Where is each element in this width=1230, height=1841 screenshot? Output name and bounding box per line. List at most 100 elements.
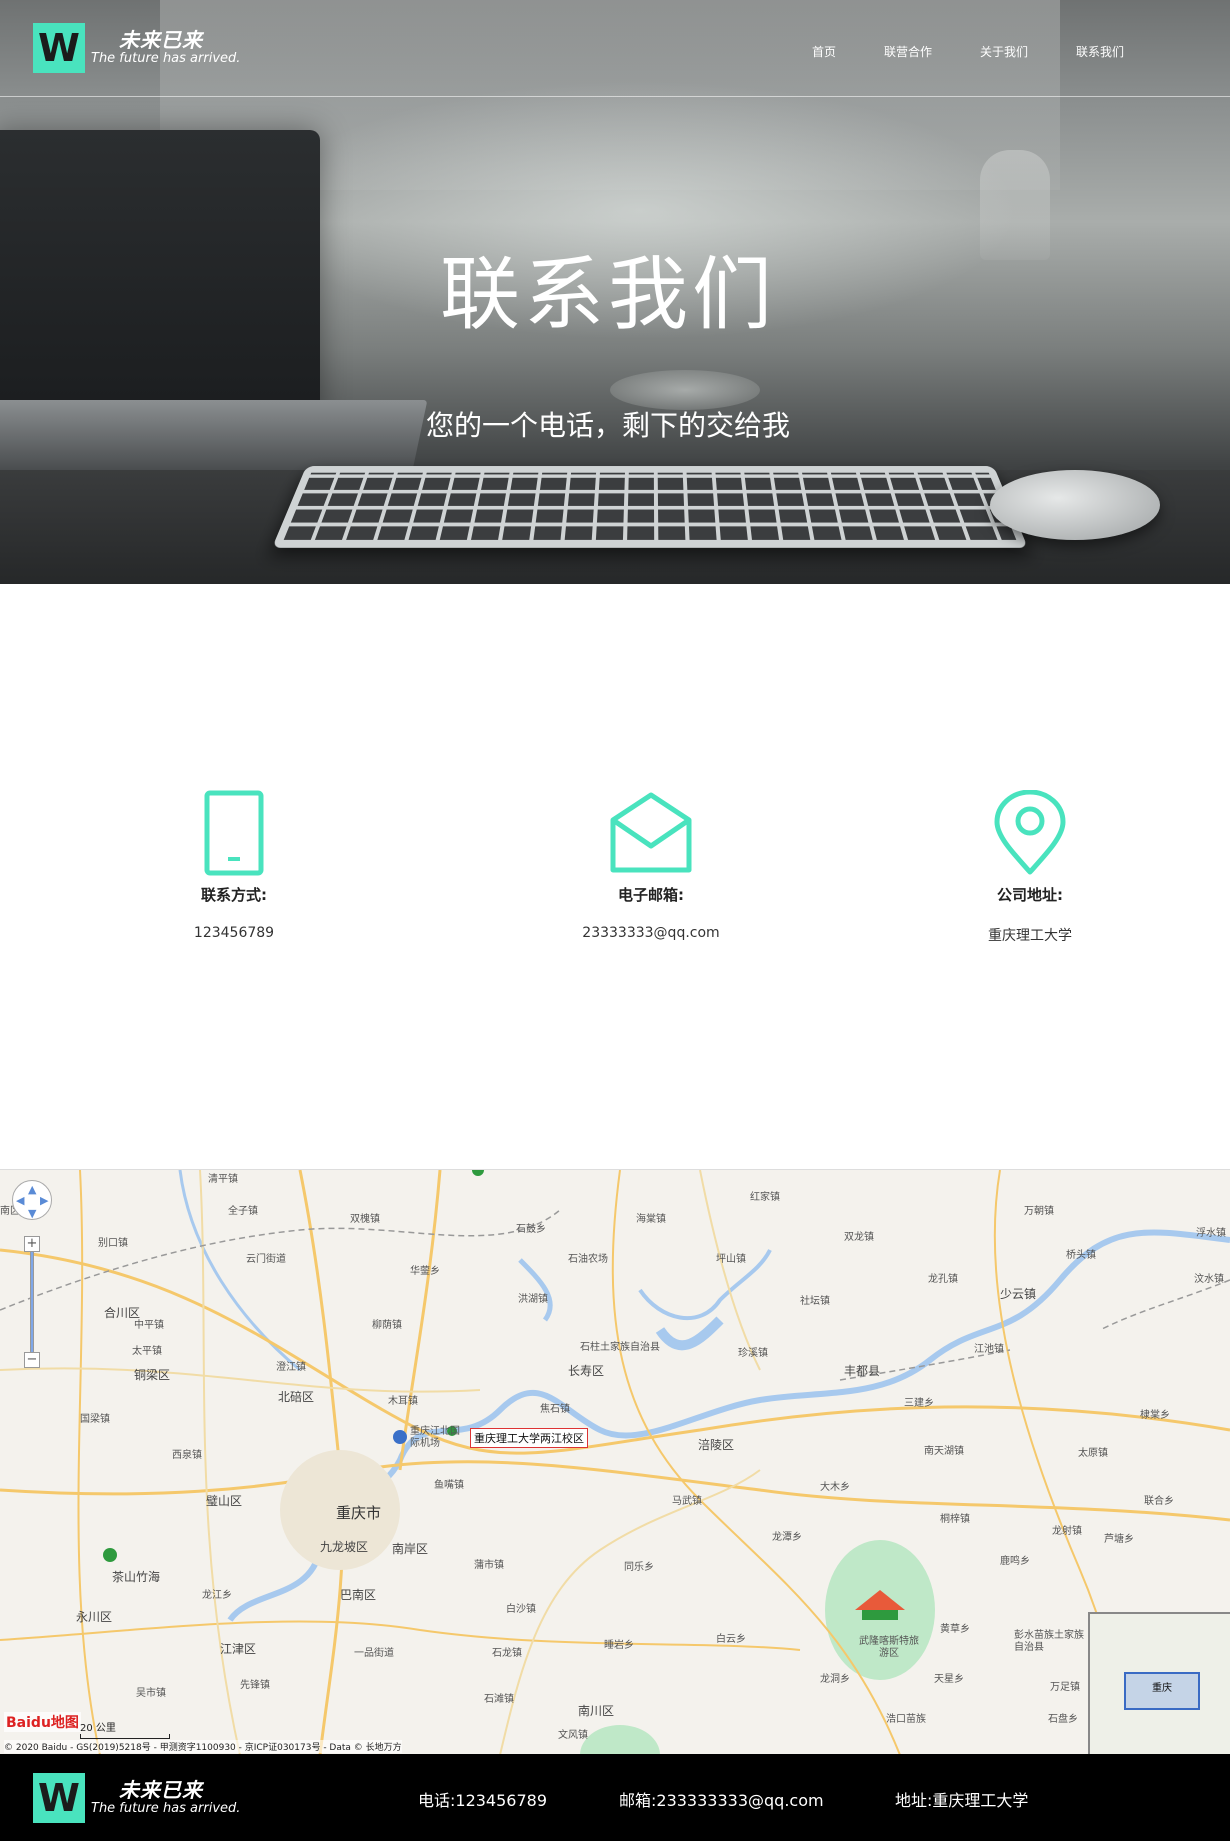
map-place: 先锋镇 <box>240 1680 270 1691</box>
map-place: 黄草乡 <box>940 1624 970 1635</box>
map-place: 南天湖镇 <box>924 1446 964 1457</box>
map-place: 涪陵区 <box>698 1438 735 1452</box>
top-nav: W 未来已来 The future has arrived. 首页 联营合作 关… <box>0 0 1230 97</box>
hero-mouse-image <box>990 470 1160 540</box>
hero-keyboard-image <box>272 466 1028 548</box>
map-place: 全子镇 <box>228 1206 258 1217</box>
map-place: 双槐镇 <box>350 1214 380 1225</box>
map-place: 石滩镇 <box>484 1694 514 1705</box>
map-place: 北碚区 <box>278 1390 315 1404</box>
map-place: 丰都县 <box>844 1364 881 1378</box>
map-place: 石盘乡 <box>1048 1714 1078 1725</box>
map-place: 合川区 <box>104 1306 141 1320</box>
nav-menu: 首页 联营合作 关于我们 联系我们 <box>812 43 1124 60</box>
map-scale-label: 20 公里 <box>80 1723 116 1734</box>
nav-contact-us[interactable]: 联系我们 <box>1076 43 1124 60</box>
phone-icon <box>204 790 264 876</box>
nav-home[interactable]: 首页 <box>812 43 836 60</box>
logo-letter: W <box>38 26 80 70</box>
map-place: 云门街道 <box>246 1254 286 1265</box>
contact-email: 电子邮箱: 23333333@qq.com <box>531 790 771 941</box>
mail-icon <box>610 792 692 873</box>
map-place: 巴南区 <box>340 1588 377 1602</box>
map-place: 长寿区 <box>568 1364 605 1378</box>
map-place: 坪山镇 <box>716 1254 746 1265</box>
map-place: 木耳镇 <box>388 1396 418 1407</box>
map-marker-label[interactable]: 重庆理工大学两江校区 <box>470 1428 588 1448</box>
map-place: 别口镇 <box>98 1238 128 1249</box>
map-place: 彭水苗族土家族自治县 <box>1014 1630 1084 1653</box>
baidu-map[interactable]: 清平镇 全子镇 双槐镇 石鼓乡 海棠镇 红家镇 双龙镇 万朝镇 浮水镇 桥头镇 … <box>0 1169 1230 1754</box>
map-place: 海棠镇 <box>636 1214 666 1225</box>
map-place: 吴市镇 <box>136 1688 166 1699</box>
contact-address-label: 公司地址: <box>997 886 1063 904</box>
map-place: 浩口苗族 <box>886 1714 926 1725</box>
contact-phone: 联系方式: 123456789 <box>114 790 354 941</box>
logo-name: 未来已来 <box>119 28 203 52</box>
map-place: 汶水镇 <box>1194 1274 1224 1285</box>
header-logo[interactable]: W 未来已来 The future has arrived. <box>33 22 240 74</box>
map-place: 石油农场 <box>568 1254 608 1265</box>
map-place: 太平镇 <box>132 1346 162 1357</box>
map-place: 西泉镇 <box>172 1450 202 1461</box>
footer-phone: 电话:123456789 <box>418 1791 548 1810</box>
map-terrain <box>0 1170 1230 1754</box>
map-place: 马武镇 <box>672 1496 702 1507</box>
nav-about-us[interactable]: 关于我们 <box>980 43 1028 60</box>
map-place: 白云乡 <box>716 1634 746 1645</box>
map-place: 龙潭乡 <box>772 1532 802 1543</box>
nav-partnership[interactable]: 联营合作 <box>884 43 932 60</box>
map-place: 联合乡 <box>1144 1496 1174 1507</box>
map-place: 蒲市镇 <box>474 1560 504 1571</box>
contact-phone-value: 123456789 <box>193 925 275 941</box>
map-pan-control[interactable]: ▲ ▼ ◀ ▶ <box>12 1180 52 1220</box>
map-place: 芦塘乡 <box>1104 1534 1134 1545</box>
map-zoom-slider[interactable] <box>30 1252 34 1352</box>
map-place: 江津区 <box>220 1642 257 1656</box>
contact-address-value: 重庆理工大学 <box>988 928 1072 944</box>
map-zoom-out-button[interactable]: − <box>24 1352 40 1368</box>
footer-logo[interactable]: W 未来已来 The future has arrived. <box>33 1772 240 1824</box>
map-zoom-control: ▲ ▼ ◀ ▶ + − <box>12 1180 52 1368</box>
map-place: 重庆江北国际机场 <box>410 1426 460 1449</box>
contact-email-label: 电子邮箱: <box>618 886 684 904</box>
page-subtitle: 您的一个电话，剩下的交给我 <box>425 409 790 442</box>
footer-address: 地址:重庆理工大学 <box>895 1791 1029 1810</box>
map-place: 三建乡 <box>904 1398 934 1409</box>
map-place: 睡岩乡 <box>604 1640 634 1651</box>
map-place: 鹿鸣乡 <box>1000 1556 1030 1567</box>
map-zoom-in-button[interactable]: + <box>24 1236 40 1252</box>
contact-section: 联系方式: 123456789 电子邮箱: 23333333@qq.com 公司… <box>0 584 1230 1169</box>
map-place: 清平镇 <box>208 1174 238 1185</box>
contact-address: 公司地址: 重庆理工大学 <box>910 790 1150 945</box>
map-place: 浮水镇 <box>1196 1228 1226 1239</box>
map-place: 南川区 <box>578 1704 615 1718</box>
map-overview-window[interactable]: 重庆 <box>1124 1672 1200 1710</box>
map-scale: 20 公里 <box>80 1719 170 1739</box>
logo-badge: W <box>33 1773 85 1823</box>
logo-tagline: The future has arrived. <box>91 1801 241 1816</box>
map-place: 桥头镇 <box>1066 1250 1096 1261</box>
map-place: 武隆喀斯特旅游区 <box>859 1636 919 1659</box>
logo-tagline: The future has arrived. <box>91 51 241 66</box>
map-copyright: © 2020 Baidu - GS(2019)5218号 - 甲测资字11009… <box>4 1740 402 1753</box>
map-place: 鱼嘴镇 <box>434 1480 464 1491</box>
map-city-label: 重庆市 <box>336 1504 382 1522</box>
page-title: 联系我们 <box>440 248 776 341</box>
map-place: 璧山区 <box>206 1494 243 1508</box>
map-place: 九龙坡区 <box>320 1540 369 1554</box>
map-place: 万足镇 <box>1050 1682 1080 1693</box>
map-place: 万朝镇 <box>1024 1206 1054 1217</box>
map-overview[interactable]: 重庆 <box>1088 1612 1230 1754</box>
baidu-logo[interactable]: Baidu地图 <box>4 1712 81 1732</box>
map-place: 铜梁区 <box>134 1368 171 1382</box>
logo-badge: W <box>33 23 85 73</box>
map-place: 珍溪镇 <box>738 1348 768 1359</box>
map-place: 大木乡 <box>820 1482 850 1493</box>
map-place: 红家镇 <box>750 1192 780 1203</box>
map-place: 同乐乡 <box>624 1562 654 1573</box>
map-place: 茶山竹海 <box>112 1570 161 1584</box>
logo-letter: W <box>38 1776 80 1820</box>
map-place: 澄江镇 <box>276 1362 306 1373</box>
location-pin-icon <box>994 790 1066 875</box>
